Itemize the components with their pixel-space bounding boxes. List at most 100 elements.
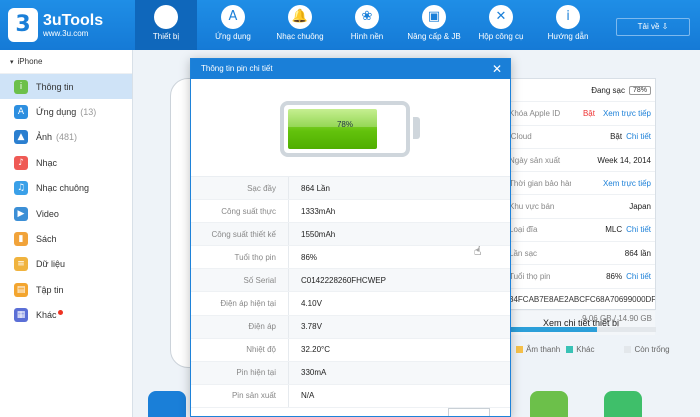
item-count: (481) <box>56 132 78 143</box>
battery-row-pin-san-xuat: Pin sản xuất N/A <box>191 384 510 408</box>
box-icon: ▣ <box>422 5 446 29</box>
video-icon: ▶ <box>14 206 28 221</box>
device-info-row: Lần sạc 864 lần <box>507 242 655 266</box>
battery-row-nhiet-do: Nhiệt độ 32.20°C <box>191 338 510 362</box>
legend-item: Còn trống <box>618 345 670 354</box>
battery-row-dien-ap: Điện áp 3.78V <box>191 315 510 339</box>
legend-item: Âm thanh <box>510 345 560 354</box>
battery-details-table: Sạc đầy 864 Lần Công suất thực 1333mAh Công … <box>191 177 510 408</box>
music-icon: ♪ <box>14 155 28 170</box>
tool-icon-green[interactable] <box>530 391 568 417</box>
device-info-panel: Đang sạc 78% Khóa Apple ID Bật Xem trực ti… <box>506 78 656 335</box>
sidebar-item-label: Video <box>36 208 59 219</box>
sidebar-item-9[interactable]: ▦ Khác <box>0 303 132 328</box>
legend-swatch <box>624 346 632 354</box>
dialog-title: Thông tin pin chi tiết <box>201 64 273 73</box>
sidebar-item-label: Dữ liệu <box>36 259 66 270</box>
nav-tab-3[interactable]: ❀ Hình nền <box>336 0 398 50</box>
device-info-row: Thời gian bảo hànhXem trực tiếp <box>507 172 655 196</box>
device-info-row: iCloud Bật Chi tiết <box>507 126 655 149</box>
nav-tab-1[interactable]: A Ứng dụng <box>202 0 264 50</box>
legend-item: Khác <box>560 345 594 354</box>
battery-row-pin-hien-tai: Pin hiện tại 330mA <box>191 361 510 385</box>
battery-info-dialog: Thông tin pin chi tiết ✕ 78% Sạc đầy 864 … <box>190 58 511 417</box>
storage-text: 9.06 GB / 14.90 GB <box>582 314 652 323</box>
battery-row-cong-suat-thiet-ke: Công suất thiết kế 1550mAh <box>191 223 510 247</box>
nav-tab-5[interactable]: ✕ Hộp công cụ <box>470 0 532 50</box>
3utools-app-icon[interactable] <box>148 391 186 417</box>
device-info-row: Loại đĩa MLC Chi tiết <box>507 219 655 243</box>
sidebar-item-3[interactable]: ♪ Nhạc <box>0 150 132 175</box>
device-info-row: Khóa Apple ID Bật Xem trực tiếp <box>507 102 655 126</box>
battery-row-sac-day: Sạc đầy 864 Lần <box>191 177 510 201</box>
apple-icon <box>154 5 178 29</box>
sidebar-item-1[interactable]: A Ứng dụng (13) <box>0 99 132 124</box>
info-link[interactable]: Chi tiết <box>626 272 651 281</box>
device-info-row: Khu vực bán Japan <box>507 195 655 219</box>
storage-legend: Âm thanh Khác Còn trống <box>510 345 700 354</box>
device-info-row: Ngày sản xuất Week 14, 2014 <box>507 149 655 173</box>
battery-tip <box>413 117 420 139</box>
tools-icon: ✕ <box>489 5 513 29</box>
sidebar-item-label: Ảnh <box>36 132 53 143</box>
app-store-icon: A <box>221 5 245 29</box>
nav-tab-6[interactable]: i Hướng dẫn <box>537 0 599 50</box>
sidebar-item-4[interactable]: ♫ Nhạc chuông <box>0 176 132 201</box>
storage-bar <box>506 327 656 332</box>
device-selector[interactable]: ▾ iPhone <box>0 50 132 74</box>
download-icon: ⇩ <box>661 22 669 31</box>
sidebar-item-2[interactable]: ▲ Ảnh (481) <box>0 125 132 150</box>
top-bar: 3 3uTools www.3u.com Thiết bị A Ứng dụng 🔔 N… <box>0 0 700 50</box>
app-url: www.3u.com <box>43 28 89 38</box>
app-icon: A <box>14 105 28 120</box>
info-link[interactable]: Chi tiết <box>626 132 651 141</box>
sidebar-item-5[interactable]: ▶ Video <box>0 201 132 226</box>
info-link[interactable]: Xem trực tiếp <box>603 179 651 188</box>
sidebar-item-label: Nhạc chuông <box>36 183 90 194</box>
nav-tab-2[interactable]: 🔔 Nhạc chuông <box>269 0 331 50</box>
sidebar-item-6[interactable]: ▮ Sách <box>0 226 132 251</box>
app-logo[interactable]: 3 3uTools www.3u.com <box>8 6 128 44</box>
mouse-pointer-icon: ☝ <box>474 244 482 258</box>
photo-icon: ▲ <box>14 130 28 145</box>
caret-down-icon: ▾ <box>10 59 14 66</box>
file-icon: ▤ <box>14 282 28 297</box>
info-circle-icon: i <box>14 79 28 94</box>
battery-row-tuoi-tho-pin: Tuổi thọ pin 86% <box>191 246 510 270</box>
nav-tab-0[interactable]: Thiết bị <box>135 0 197 50</box>
sidebar-item-0[interactable]: i Thông tin <box>0 74 132 100</box>
device-info-row: Tuổi thọ pin 86% Chi tiết <box>507 265 655 289</box>
nav-tab-4[interactable]: ▣ Nâng cấp & JB <box>403 0 465 50</box>
sidebar-item-label: Khác <box>36 310 57 321</box>
item-count: (13) <box>80 107 97 118</box>
sidebar-item-label: Sách <box>36 234 57 245</box>
sidebar-item-8[interactable]: ▤ Tập tin <box>0 277 132 302</box>
battery-row-so-serial: Số Serial C0142228260FHCWEP <box>191 269 510 293</box>
sidebar-item-label: Ứng dụng <box>36 107 77 118</box>
sidebar-item-label: Nhạc <box>36 157 58 168</box>
battery-row-dien-ap-hien-tai: Điện áp hiện tại 4.10V <box>191 292 510 316</box>
dialog-footer-button[interactable] <box>448 408 490 416</box>
battery-icon: 78% <box>280 101 410 157</box>
info-link[interactable]: Xem trực tiếp <box>603 109 651 118</box>
power-icon[interactable] <box>604 391 642 417</box>
book-icon: ▮ <box>14 232 28 247</box>
close-icon[interactable]: ✕ <box>492 59 502 79</box>
battery-percent: 78% <box>336 120 353 129</box>
bell-icon: ♫ <box>14 181 28 196</box>
battery-graphic: 78% <box>191 79 510 177</box>
legend-swatch <box>566 346 574 354</box>
sidebar: ▾ iPhone i Thông tin A Ứng dụng (13) ▲ Ảnh (481)… <box>0 50 133 417</box>
udid-value: 34FCAB7E8AE2ABCFC68A70699000DF3 <box>507 289 655 311</box>
info-link[interactable]: Chi tiết <box>626 225 651 234</box>
grid-icon: ▦ <box>14 308 28 323</box>
charging-badge: 78% <box>628 85 651 95</box>
dialog-header: Thông tin pin chi tiết ✕ <box>191 59 510 79</box>
flower-icon: ❀ <box>355 5 379 29</box>
download-button[interactable]: Tải về ⇩ <box>616 18 690 36</box>
charging-row: Đang sạc 78% <box>507 79 655 103</box>
sidebar-item-7[interactable]: ≡ Dữ liệu <box>0 252 132 277</box>
storage-summary: 9.06 GB / 14.90 GB <box>506 314 656 332</box>
sidebar-item-label: Tập tin <box>36 284 64 295</box>
data-icon: ≡ <box>14 257 28 272</box>
